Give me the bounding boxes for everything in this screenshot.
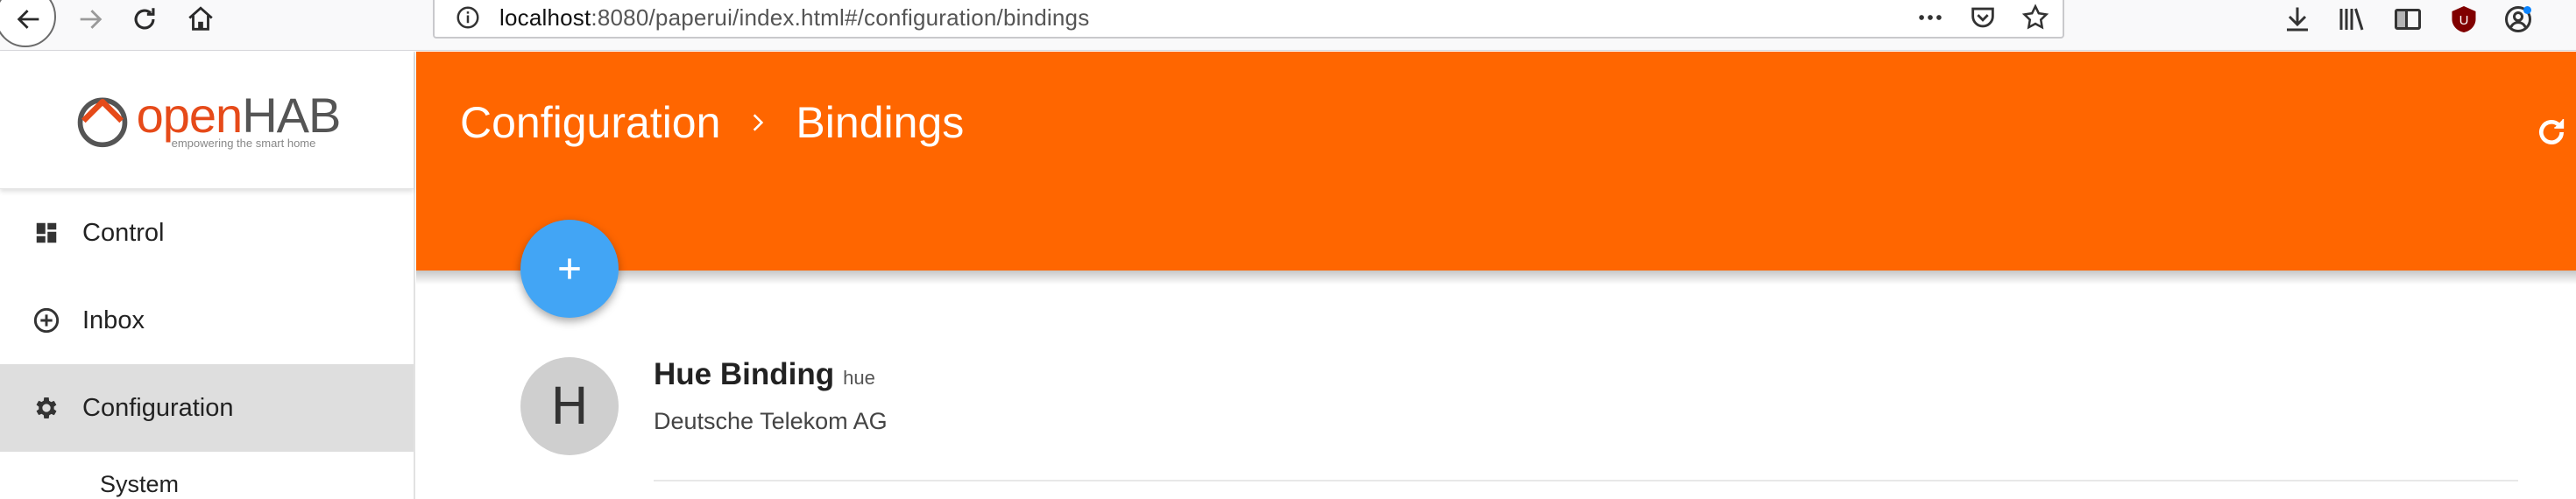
sidebar-subitem-system[interactable]: System [100,471,179,498]
avatar: H [520,357,619,455]
logo-area: openHAB empowering the smart home [0,52,414,189]
binding-name: Hue Binding [654,357,835,391]
refresh-button[interactable] [2530,111,2572,153]
forward-arrow-icon [80,10,103,29]
reload-icon [134,8,155,30]
logo-word-hab: HAB [242,87,341,143]
plus-icon [559,258,580,279]
library-icon [2339,8,2364,31]
home-button[interactable] [179,0,223,39]
header-shadow [416,271,2576,285]
chevron-right-icon [747,111,769,134]
divider [654,480,2518,481]
add-binding-button[interactable] [520,220,619,318]
more-dots-icon[interactable] [1915,3,1945,32]
reader-sidebar-button[interactable] [2392,0,2424,39]
url-text[interactable]: localhost:8080/paperui/index.html#/confi… [499,4,1089,32]
home-icon [188,6,213,31]
reader-sidebar-icon [2395,9,2421,30]
binding-author: Deutsche Telekom AG [654,408,888,434]
sidebar-item-label: Inbox [82,306,145,334]
sidebar-item-inbox[interactable]: Inbox [0,277,414,364]
download-icon [2287,7,2308,32]
url-host: localhost [499,4,591,31]
logo-tagline: empowering the smart home [171,136,316,150]
logo-word-open: open [136,87,244,143]
binding-id: hue [843,367,875,389]
openhab-logo[interactable]: openHAB empowering the smart home [74,87,341,150]
reload-button[interactable] [123,0,166,39]
browser-toolbar: localhost:8080/paperui/index.html#/confi… [0,0,2576,51]
forward-button[interactable] [68,0,112,39]
ublock-button[interactable]: U [2448,0,2480,39]
breadcrumb: Configuration Bindings [460,97,964,148]
breadcrumb-configuration[interactable]: Configuration [460,97,720,148]
back-arrow-icon [17,10,39,29]
account-button[interactable] [2502,0,2534,39]
download-button[interactable] [2282,0,2313,39]
app-header: Configuration Bindings [416,52,2576,271]
sidebar-item-control[interactable]: Control [0,189,414,277]
library-button[interactable] [2336,0,2367,39]
back-button[interactable] [7,0,51,39]
ublock-icon: U [2452,6,2476,32]
openhab-logo-icon [77,97,127,148]
url-path: :8080/paperui/index.html#/configuration/… [591,4,1090,31]
add-circle-icon [32,306,61,335]
sidebar-item-configuration[interactable]: Configuration [0,364,414,452]
binding-title: Hue Binding hue [654,357,875,392]
sidebar-item-label: Control [82,218,165,247]
svg-text:U: U [2459,13,2469,28]
account-icon [2505,6,2531,32]
url-bar[interactable]: localhost:8080/paperui/index.html#/confi… [433,0,2064,39]
refresh-icon [2539,119,2565,144]
breadcrumb-bindings: Bindings [796,98,965,147]
sidebar-item-label: Configuration [82,393,234,422]
dashboard-icon [32,218,61,248]
pocket-icon[interactable] [1968,3,1998,32]
info-icon[interactable] [449,0,487,37]
list-item[interactable]: H Hue Binding hue Deutsche Telekom AG [520,357,2518,484]
sidebar: openHAB empowering the smart home Contro… [0,52,415,499]
bookmark-star-icon[interactable] [2020,3,2050,32]
gear-icon [32,393,61,423]
